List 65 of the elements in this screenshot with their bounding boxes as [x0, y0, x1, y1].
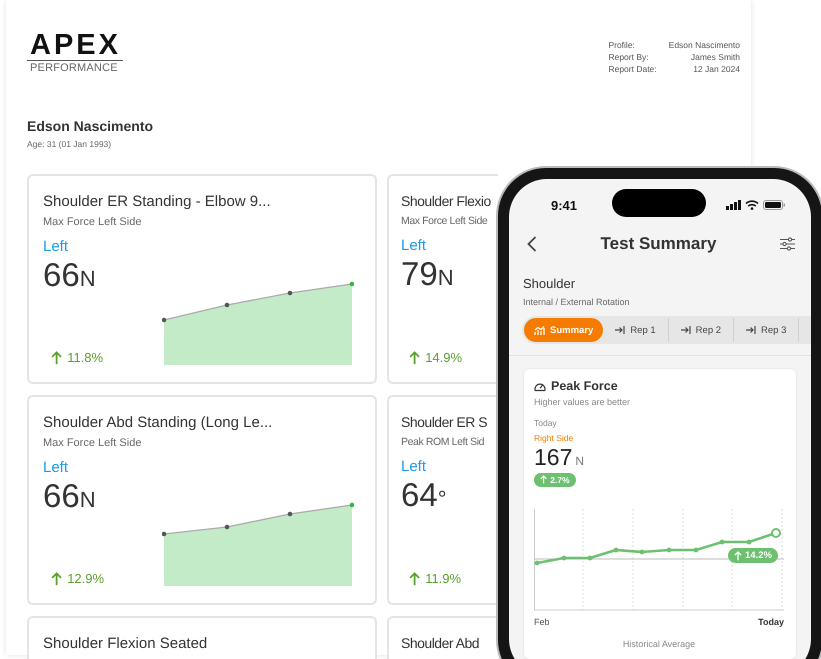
- card-subtitle: Max Force Left Side: [401, 215, 488, 227]
- meta-label: Report By:: [608, 52, 650, 62]
- battery-icon: [763, 200, 785, 210]
- card-title: Shoulder Abd Standing (Long Le...: [43, 414, 274, 431]
- card-subtitle: Max Force Left Side: [43, 437, 142, 449]
- signal-icon: [726, 200, 741, 210]
- axis-label: Feb: [534, 617, 550, 627]
- section-title: Shoulder: [523, 276, 576, 291]
- legend-label: Historical Average: [622, 639, 696, 649]
- change-badge: 2.7%: [534, 472, 576, 486]
- card-subtitle: Max Force Left Side: [43, 216, 142, 228]
- side-label: Right Side: [534, 433, 574, 443]
- up-arrow-icon: [734, 550, 742, 560]
- panel-hint: Higher values are better: [534, 397, 632, 407]
- tab[interactable]: Rep 1: [603, 318, 669, 342]
- change-text: 11.9%: [425, 571, 462, 586]
- metric-value: 66N: [43, 477, 97, 515]
- side-label: Left: [43, 238, 70, 255]
- side-label: Left: [401, 237, 428, 254]
- up-arrow-icon: [51, 350, 62, 364]
- wifi-icon: [745, 200, 759, 210]
- axis-label: Today: [758, 617, 784, 627]
- athlete-name: Edson Nascimento: [27, 118, 154, 134]
- card-title: Shoulder ER S: [401, 414, 488, 430]
- card-title: Shoulder Flexio: [401, 193, 492, 209]
- up-arrow-icon: [51, 572, 62, 586]
- change-text: 12.9%: [67, 571, 104, 586]
- panel-title: Peak Force: [551, 379, 618, 393]
- filter-icon[interactable]: [780, 237, 795, 251]
- arrow-to-bar-icon: [680, 326, 691, 334]
- back-icon[interactable]: [527, 236, 537, 252]
- card-title: Shoulder Flexion Seated: [43, 635, 208, 652]
- gauge-icon: [534, 380, 546, 392]
- metric-value: 79N: [401, 255, 455, 293]
- card-title: Shoulder Abd: [401, 635, 480, 651]
- card-subtitle: Peak ROM Left Sid: [401, 436, 486, 448]
- trend-badge: 14.2%: [728, 548, 778, 563]
- metric-value: 66N: [43, 256, 97, 294]
- meta-value: 12 Jan 2024: [692, 64, 740, 74]
- chart-icon: [534, 326, 545, 334]
- period-label: Today: [534, 418, 558, 428]
- tab[interactable]: Rep 3: [734, 318, 800, 342]
- logo-tagline: PERFORMANCE: [29, 62, 118, 74]
- arrow-to-bar-icon: [615, 326, 626, 334]
- screen-title: Test Summary: [600, 234, 716, 254]
- card-title: Shoulder ER Standing - Elbow 9...: [43, 193, 272, 210]
- metric-value: 64°: [401, 476, 448, 514]
- up-arrow-icon: [540, 475, 548, 484]
- athlete-age: Age: 31 (01 Jan 1993): [27, 139, 112, 149]
- status-time: 9:41: [551, 198, 578, 212]
- section-subtitle: Internal / External Rotation: [523, 297, 631, 307]
- up-arrow-icon: [409, 572, 420, 586]
- change-text: 14.9%: [425, 350, 462, 365]
- tab[interactable]: Rep 2: [668, 318, 734, 342]
- meta-value: James Smith: [690, 52, 740, 62]
- meta-label: Profile:: [608, 40, 636, 50]
- side-label: Left: [43, 459, 70, 476]
- meta-label: Report Date:: [608, 64, 657, 74]
- change-text: 11.8%: [67, 350, 104, 365]
- meta-value: Edson Nascimento: [668, 40, 740, 50]
- logo-wordmark: APEX: [27, 30, 123, 61]
- side-label: Left: [401, 458, 428, 475]
- metric-value: 167 N: [534, 444, 586, 471]
- up-arrow-icon: [409, 350, 420, 364]
- arrow-to-bar-icon: [746, 326, 756, 334]
